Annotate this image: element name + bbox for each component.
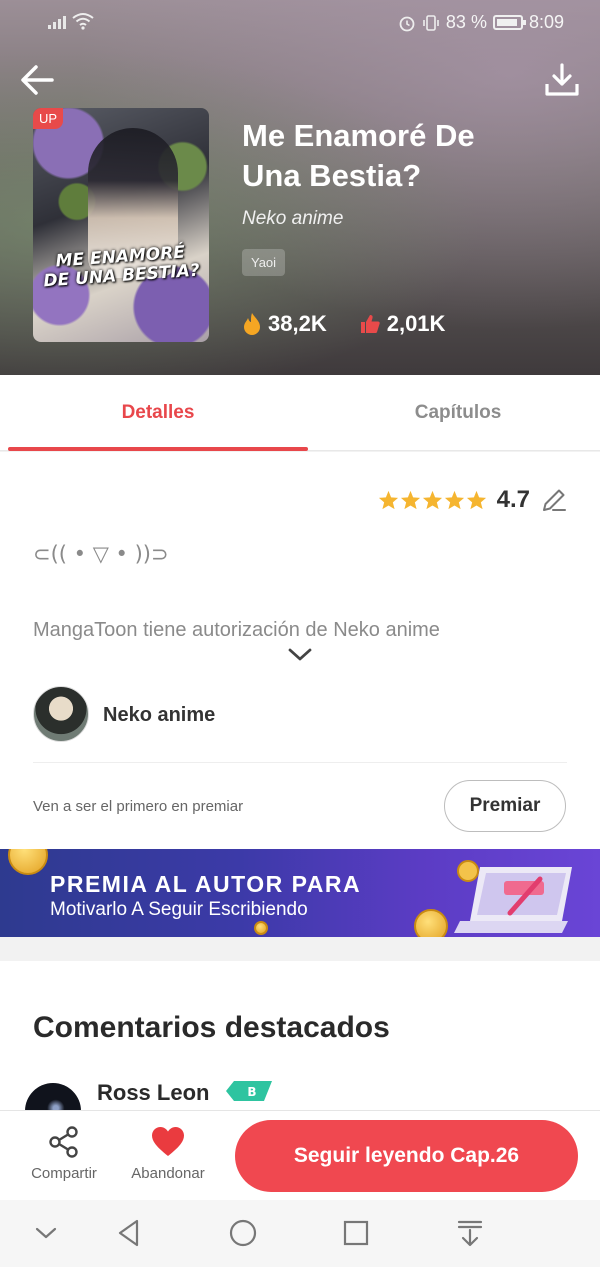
license-text: MangaToon tiene autorización de Neko ani…	[33, 619, 440, 641]
cover-title-art: ME ENAMORÉ DE UNA BESTIA?	[42, 242, 201, 292]
details-panel: 4.7 ⊂(( • ▽ • ))⊃ MangaToon tiene autori…	[0, 452, 600, 849]
coin-icon	[254, 921, 268, 935]
user-level-badge-icon: B	[226, 1081, 272, 1101]
book-header: 83 % 8:09 ME ENAMORÉ DE UNA BESTIA? UP M…	[0, 0, 600, 375]
abandon-label: Abandonar	[131, 1165, 205, 1182]
share-label: Compartir	[31, 1165, 97, 1182]
user-level-badge-label: B	[247, 1085, 256, 1099]
book-title: Me Enamoré De Una Bestia?	[242, 116, 562, 196]
views-count: 38,2K	[268, 311, 327, 336]
collapse-chevron-icon[interactable]	[30, 1217, 62, 1249]
banner-headline: PREMIA AL AUTOR PARA	[50, 871, 362, 897]
home-circle-icon[interactable]	[227, 1217, 259, 1249]
star-icon	[400, 490, 420, 510]
book-title-line1: Me Enamoré De	[242, 118, 475, 153]
reward-author-banner[interactable]: PREMIA AL AUTOR PARA Motivarlo A Seguir …	[0, 849, 600, 937]
battery-icon	[492, 15, 526, 30]
download-button[interactable]	[542, 60, 582, 100]
laptop-illustration	[454, 860, 572, 933]
flame-icon	[244, 313, 260, 335]
coin-icon	[414, 909, 448, 937]
author-row[interactable]: Neko anime	[33, 686, 567, 763]
share-icon	[49, 1126, 78, 1158]
tab-chapters[interactable]: Capítulos	[308, 375, 600, 451]
abandon-button[interactable]: Abandonar	[124, 1125, 212, 1182]
comment-username[interactable]: Ross Leon	[97, 1080, 209, 1106]
author-name[interactable]: Neko anime	[103, 704, 215, 727]
star-icon	[422, 490, 442, 510]
system-navigation-bar	[0, 1200, 600, 1267]
book-title-line2: Una Bestia?	[242, 158, 422, 193]
wifi-icon	[72, 13, 94, 30]
up-badge: UP	[33, 108, 64, 129]
continue-reading-button[interactable]: Seguir leyendo Cap.26	[235, 1120, 578, 1192]
comment-avatar[interactable]	[25, 1083, 81, 1111]
book-author[interactable]: Neko anime	[242, 208, 343, 230]
edit-rating-icon[interactable]	[540, 486, 568, 514]
share-button[interactable]: Compartir	[25, 1125, 103, 1182]
book-stats: 38,2K 2,01K	[242, 311, 469, 337]
status-bar: 83 % 8:09	[0, 0, 600, 44]
signal-icon	[48, 13, 66, 29]
tab-details[interactable]: Detalles	[8, 375, 308, 451]
battery-percent: 83 %	[445, 12, 487, 32]
vibrate-icon	[423, 14, 439, 31]
back-button[interactable]	[18, 60, 58, 100]
views-stat: 38,2K	[242, 311, 327, 337]
reward-prompt: Ven a ser el primero en premiar	[33, 798, 244, 815]
comments-title: Comentarios destacados	[33, 1011, 390, 1044]
recents-square-icon[interactable]	[340, 1217, 372, 1249]
alarm-icon	[399, 16, 415, 31]
featured-comments: Comentarios destacados Ross Leon B	[0, 961, 600, 1111]
status-right: 83 % 8:09	[398, 12, 564, 33]
thumbs-up-icon	[360, 315, 380, 333]
likes-count: 2,01K	[386, 311, 446, 336]
status-left	[48, 12, 94, 30]
reward-button[interactable]: Premiar	[444, 780, 566, 832]
rating: 4.7	[378, 486, 568, 514]
genre-tag[interactable]: Yaoi	[242, 249, 286, 276]
star-icon	[444, 490, 464, 510]
banner-subline: Motivarlo A Seguir Escribiendo	[50, 899, 308, 920]
bottom-action-bar: Compartir Abandonar Seguir leyendo Cap.2…	[0, 1110, 600, 1200]
rating-value: 4.7	[496, 486, 530, 513]
chevron-down-icon[interactable]	[287, 647, 313, 663]
heart-icon	[152, 1127, 184, 1156]
back-triangle-icon[interactable]	[113, 1217, 145, 1249]
rating-stars	[378, 490, 487, 510]
star-icon	[466, 490, 486, 510]
notification-pull-icon[interactable]	[454, 1217, 486, 1249]
cover-image[interactable]: ME ENAMORÉ DE UNA BESTIA? UP	[33, 108, 209, 342]
description-text: ⊂(( • ▽ • ))⊃	[33, 542, 169, 566]
author-avatar[interactable]	[33, 686, 89, 742]
star-icon	[378, 490, 398, 510]
tab-bar: Detalles Capítulos	[0, 375, 600, 451]
coin-icon	[8, 849, 48, 875]
clock: 8:09	[528, 12, 564, 32]
likes-stat: 2,01K	[359, 311, 446, 337]
